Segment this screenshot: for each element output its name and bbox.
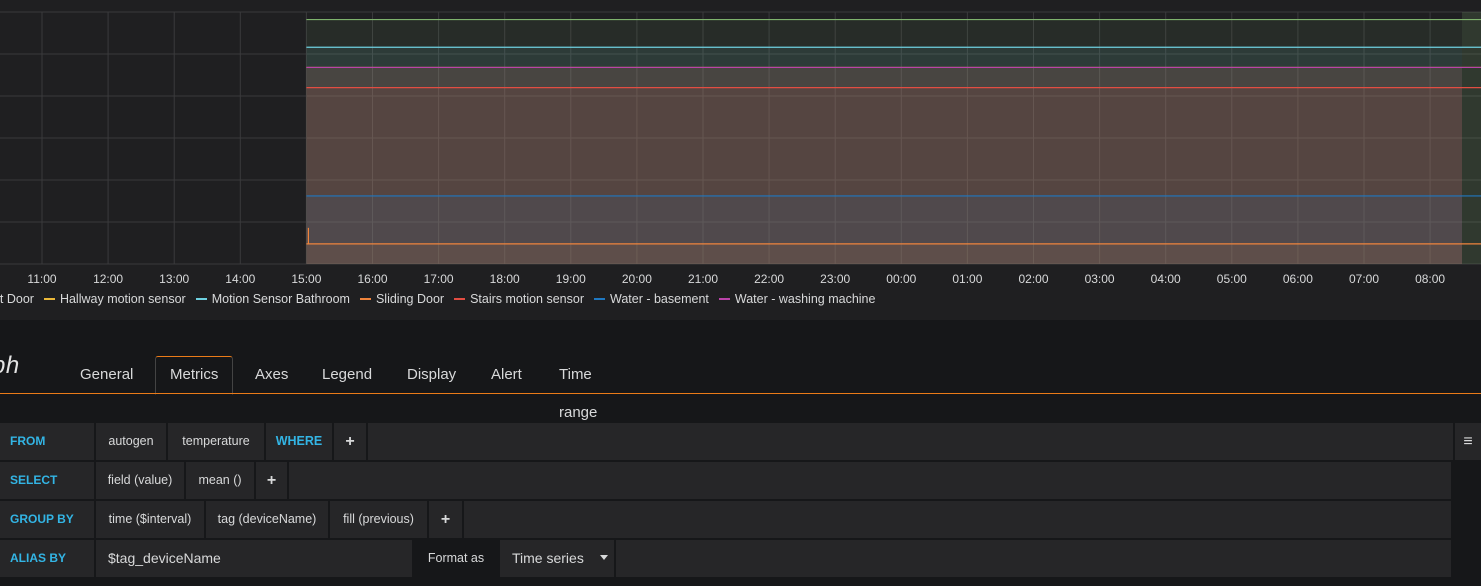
- tab-metrics[interactable]: Metrics: [155, 356, 234, 395]
- group-time-segment[interactable]: time ($interval): [96, 501, 204, 538]
- x-tick-label: 15:00: [291, 272, 321, 286]
- group-by-row-filler: [464, 501, 1451, 538]
- x-tick-label: 02:00: [1018, 272, 1048, 286]
- tabs-underline: [0, 393, 1481, 394]
- legend: ont Door Hallway motion sensor Motion Sens…: [0, 292, 885, 312]
- legend-swatch: [359, 297, 371, 300]
- legend-item[interactable]: ont Door: [0, 292, 34, 306]
- tab-general[interactable]: General: [66, 356, 147, 394]
- x-tick-label: 19:00: [556, 272, 586, 286]
- x-tick-label: 12:00: [93, 272, 123, 286]
- x-tick-label: 11:00: [27, 272, 56, 286]
- group-by-keyword: GROUP BY: [0, 501, 94, 538]
- format-as-label: Format as: [414, 540, 498, 577]
- x-tick-label: 00:00: [886, 272, 916, 286]
- x-tick-label: 16:00: [357, 272, 387, 286]
- x-tick-label: 04:00: [1151, 272, 1181, 286]
- field-segment[interactable]: field (value): [96, 462, 184, 499]
- query-row-from: FROM autogen temperature WHERE + ≡: [0, 423, 1481, 460]
- panel-editor: ph General Metrics Axes Legend Display A…: [0, 320, 1481, 586]
- legend-swatch: [594, 297, 605, 300]
- tab-display[interactable]: Display: [393, 356, 470, 394]
- legend-item[interactable]: Hallway motion sensor: [43, 292, 186, 306]
- x-tick-label: 06:00: [1283, 272, 1313, 286]
- where-segment[interactable]: WHERE: [266, 423, 332, 460]
- legend-item[interactable]: Motion Sensor Bathroom: [195, 292, 350, 306]
- add-group-by-button[interactable]: +: [429, 501, 462, 538]
- legend-swatch: [454, 297, 466, 300]
- tab-alert[interactable]: Alert: [477, 356, 536, 394]
- from-row-filler: [368, 423, 1453, 460]
- alias-row-filler: [616, 540, 1451, 577]
- legend-label: Hallway motion sensor: [59, 292, 186, 306]
- x-tick-label: 17:00: [424, 272, 454, 286]
- legend-label: Water - basement: [610, 292, 709, 306]
- select-keyword: SELECT: [0, 462, 94, 499]
- select-row-filler: [289, 462, 1451, 499]
- query-row-alias-by: ALIAS BY $tag_deviceName Format as Time …: [0, 540, 1481, 577]
- graph-panel: 11:00 12:00 13:00 14:00 15:00 16:00 17:00 18:00…: [0, 0, 1481, 320]
- x-tick-label: 05:00: [1217, 272, 1247, 286]
- measurement-segment[interactable]: temperature: [168, 423, 264, 460]
- legend-item[interactable]: Water - washing machine: [718, 292, 876, 306]
- legend-item[interactable]: Stairs motion sensor: [454, 292, 584, 306]
- x-tick-label: 23:00: [820, 272, 850, 286]
- chevron-down-icon: [600, 555, 608, 560]
- retention-policy-segment[interactable]: autogen: [96, 423, 166, 460]
- tab-legend[interactable]: Legend: [308, 356, 386, 394]
- x-tick-label: 07:00: [1349, 272, 1379, 286]
- legend-swatch: [195, 297, 207, 300]
- tab-axes[interactable]: Axes: [241, 356, 302, 394]
- legend-swatch: [43, 297, 55, 300]
- x-tick-label: 01:00: [952, 272, 982, 286]
- add-select-button[interactable]: +: [256, 462, 287, 499]
- series-area-latest: [1462, 12, 1481, 264]
- legend-label: Water - washing machine: [734, 292, 876, 306]
- function-segment[interactable]: mean (): [186, 462, 254, 499]
- fill-segment[interactable]: fill (previous): [330, 501, 427, 538]
- query-row-select: SELECT field (value) mean () +: [0, 462, 1481, 499]
- x-tick-label: 03:00: [1085, 272, 1115, 286]
- x-tick-label: 20:00: [622, 272, 652, 286]
- graph-canvas: 11:00 12:00 13:00 14:00 15:00 16:00 17:00 18:00…: [0, 11, 1481, 286]
- add-where-button[interactable]: +: [334, 423, 366, 460]
- alias-by-keyword: ALIAS BY: [0, 540, 94, 577]
- format-as-select[interactable]: Time series: [500, 540, 614, 577]
- legend-label: ont Door: [0, 292, 34, 306]
- format-as-value: Time series: [512, 550, 584, 566]
- legend-label: Sliding Door: [375, 292, 445, 306]
- x-tick-label: 18:00: [490, 272, 520, 286]
- group-tag-segment[interactable]: tag (deviceName): [206, 501, 328, 538]
- series-area: [306, 243, 1462, 264]
- tab-time-range[interactable]: Time range: [545, 356, 611, 421]
- legend-swatch: [718, 297, 730, 300]
- legend-label: Stairs motion sensor: [470, 292, 584, 306]
- x-tick-label: 13:00: [159, 272, 189, 286]
- legend-item[interactable]: Sliding Door: [359, 292, 445, 306]
- from-keyword: FROM: [0, 423, 94, 460]
- x-tick-label: 22:00: [754, 272, 784, 286]
- alias-input[interactable]: $tag_deviceName: [96, 540, 412, 577]
- panel-title: ph: [0, 352, 20, 379]
- x-tick-label: 14:00: [225, 272, 255, 286]
- legend-label: Motion Sensor Bathroom: [211, 292, 350, 306]
- x-tick-label: 08:00: [1415, 272, 1445, 286]
- hamburger-icon[interactable]: ≡: [1455, 423, 1481, 460]
- x-tick-label: 21:00: [688, 272, 718, 286]
- query-row-group-by: GROUP BY time ($interval) tag (deviceNam…: [0, 501, 1481, 538]
- legend-item[interactable]: Water - basement: [594, 292, 709, 306]
